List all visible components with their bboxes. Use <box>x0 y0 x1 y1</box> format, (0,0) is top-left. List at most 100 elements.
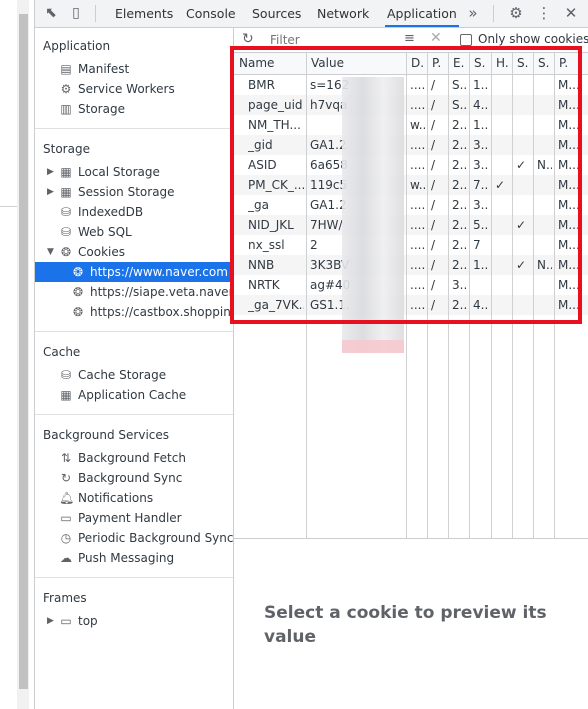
sidebar-item-label: Local Storage <box>78 165 160 179</box>
sidebar-item-notifications[interactable]: 🔔︎ Notifications <box>35 488 233 508</box>
sidebar-item-label: Session Storage <box>78 185 175 199</box>
sidebar-item-label: Notifications <box>78 491 154 505</box>
page-scrollbar-thumb[interactable] <box>19 14 28 689</box>
page-viewport-edge <box>0 0 34 709</box>
redacted-values <box>342 340 404 353</box>
section-title-frames: Frames <box>43 591 87 605</box>
cookie-site-castbox[interactable]: ❂ https://castbox.shopping.naver.com <box>35 302 233 322</box>
sidebar-item-background-fetch[interactable]: ⇅ Background Fetch <box>35 448 233 468</box>
frame-icon: ▭ <box>60 614 72 628</box>
sidebar-item-label: Push Messaging <box>78 551 175 565</box>
sidebar-item-label: Application Cache <box>78 388 187 402</box>
sidebar-item-label: Background Sync <box>78 471 183 485</box>
section-title-cache: Cache <box>43 345 81 359</box>
cookie-site-label: https://siape.veta.naver.com <box>90 285 233 299</box>
manifest-icon: ▤ <box>60 62 72 76</box>
cookie-site-naver[interactable]: ❂ https://www.naver.com <box>35 262 233 282</box>
page-divider <box>0 206 17 207</box>
database-icon: ⛁ <box>60 205 72 219</box>
expand-arrow-icon[interactable]: ▶ <box>47 611 54 631</box>
grid-icon: ▦ <box>60 165 72 179</box>
cookie-site-siape[interactable]: ❂ https://siape.veta.naver.com <box>35 282 233 302</box>
close-devtools-icon[interactable]: ✕ <box>563 5 579 21</box>
devtools-tabbar: ⬉ ▯ Elements Console Sources Network App… <box>35 0 588 28</box>
sidebar-item-service-workers[interactable]: ⚙ Service Workers <box>35 79 233 99</box>
section-divider <box>35 414 233 415</box>
cloud-icon: ☁ <box>60 551 72 565</box>
tab-separator <box>493 5 494 22</box>
expand-arrow-icon[interactable]: ▶ <box>47 182 54 202</box>
only-show-cookies-label: Only show cookies w <box>478 32 588 46</box>
delete-icon[interactable]: ✕ <box>430 30 442 46</box>
tab-application[interactable]: Application <box>385 0 459 27</box>
updown-arrows-icon: ⇅ <box>60 451 72 465</box>
storage-icon: ▥ <box>60 102 72 116</box>
more-options-icon[interactable]: ⋮ <box>536 5 552 21</box>
grid-icon: ▦ <box>60 388 72 402</box>
grid-icon: ▦ <box>60 185 72 199</box>
sync-icon: ↻ <box>60 471 72 485</box>
section-title-storage: Storage <box>43 142 90 156</box>
settings-gear-icon[interactable]: ⚙ <box>508 5 524 21</box>
section-title-application: Application <box>43 39 111 53</box>
expand-arrow-icon[interactable]: ▶ <box>47 162 54 182</box>
sidebar-item-storage[interactable]: ▥ Storage <box>35 99 233 119</box>
sidebar-item-label: Payment Handler <box>78 511 182 525</box>
sidebar-item-application-cache[interactable]: ▦ Application Cache <box>35 385 233 405</box>
database-icon: ⛁ <box>60 225 72 239</box>
inspect-element-icon[interactable]: ⬉ <box>43 5 59 21</box>
sidebar-item-payment-handler[interactable]: ▭ Payment Handler <box>35 508 233 528</box>
sidebar-item-label: Web SQL <box>78 225 132 239</box>
more-tabs-icon[interactable]: » <box>465 5 481 21</box>
tab-network[interactable]: Network <box>317 0 369 27</box>
application-sidebar: Application ▤ Manifest ⚙ Service Workers… <box>35 28 234 709</box>
preview-empty-message: Select a cookie to preview its value <box>264 603 547 647</box>
section-title-background-services: Background Services <box>43 428 170 442</box>
cookie-icon: ❂ <box>72 265 84 279</box>
tab-elements[interactable]: Elements <box>115 0 173 27</box>
device-toolbar-icon[interactable]: ▯ <box>68 5 84 21</box>
bell-icon: 🔔︎ <box>59 491 75 505</box>
sidebar-item-push-messaging[interactable]: ☁ Push Messaging <box>35 548 233 568</box>
clock-icon: ◷ <box>60 531 72 545</box>
sidebar-item-label: Storage <box>78 102 125 116</box>
sidebar-item-periodic-background-sync[interactable]: ◷ Periodic Background Sync <box>35 528 233 548</box>
sidebar-item-label: Periodic Background Sync <box>78 531 234 545</box>
cookie-icon: ❂ <box>72 285 84 299</box>
sidebar-item-label: Cookies <box>78 245 125 259</box>
sidebar-item-frame-top[interactable]: ▶ ▭ top <box>35 611 233 631</box>
sidebar-item-label: Background Fetch <box>78 451 186 465</box>
refresh-icon[interactable]: ↻ <box>242 31 254 47</box>
sidebar-item-label: Service Workers <box>78 82 175 96</box>
collapse-arrow-icon[interactable]: ▼ <box>47 242 54 262</box>
clear-filtered-icon[interactable]: ≡ <box>404 31 415 46</box>
tab-sources[interactable]: Sources <box>252 0 301 27</box>
card-icon: ▭ <box>60 511 72 525</box>
tab-console[interactable]: Console <box>186 0 236 27</box>
highlight-annotation-box <box>230 46 582 324</box>
sidebar-item-session-storage[interactable]: ▶ ▦ Session Storage <box>35 182 233 202</box>
database-icon: ⛁ <box>60 368 72 382</box>
only-show-cookies-checkbox[interactable] <box>460 34 472 46</box>
sidebar-item-label: Cache Storage <box>78 368 167 382</box>
sidebar-item-cache-storage[interactable]: ⛁ Cache Storage <box>35 365 233 385</box>
sidebar-item-manifest[interactable]: ▤ Manifest <box>35 59 233 79</box>
gear-icon: ⚙ <box>60 82 72 96</box>
cookie-site-label: https://castbox.shopping.naver.com <box>90 305 233 319</box>
sidebar-item-label: top <box>78 614 98 628</box>
tab-separator <box>95 5 96 22</box>
section-divider <box>35 331 233 332</box>
cookie-icon: ❂ <box>72 305 84 319</box>
sidebar-item-background-sync[interactable]: ↻ Background Sync <box>35 468 233 488</box>
cookie-site-label: https://www.naver.com <box>90 265 228 279</box>
section-divider <box>35 128 233 129</box>
sidebar-item-label: IndexedDB <box>78 205 144 219</box>
cookie-preview-pane: Select a cookie to preview its value <box>234 539 588 709</box>
sidebar-item-label: Manifest <box>78 62 130 76</box>
cookie-icon: ❂ <box>60 245 72 259</box>
section-divider <box>35 577 233 578</box>
sidebar-item-web-sql[interactable]: ⛁ Web SQL <box>35 222 233 242</box>
sidebar-item-indexeddb[interactable]: ⛁ IndexedDB <box>35 202 233 222</box>
sidebar-item-local-storage[interactable]: ▶ ▦ Local Storage <box>35 162 233 182</box>
sidebar-item-cookies[interactable]: ▼ ❂ Cookies <box>35 242 233 262</box>
